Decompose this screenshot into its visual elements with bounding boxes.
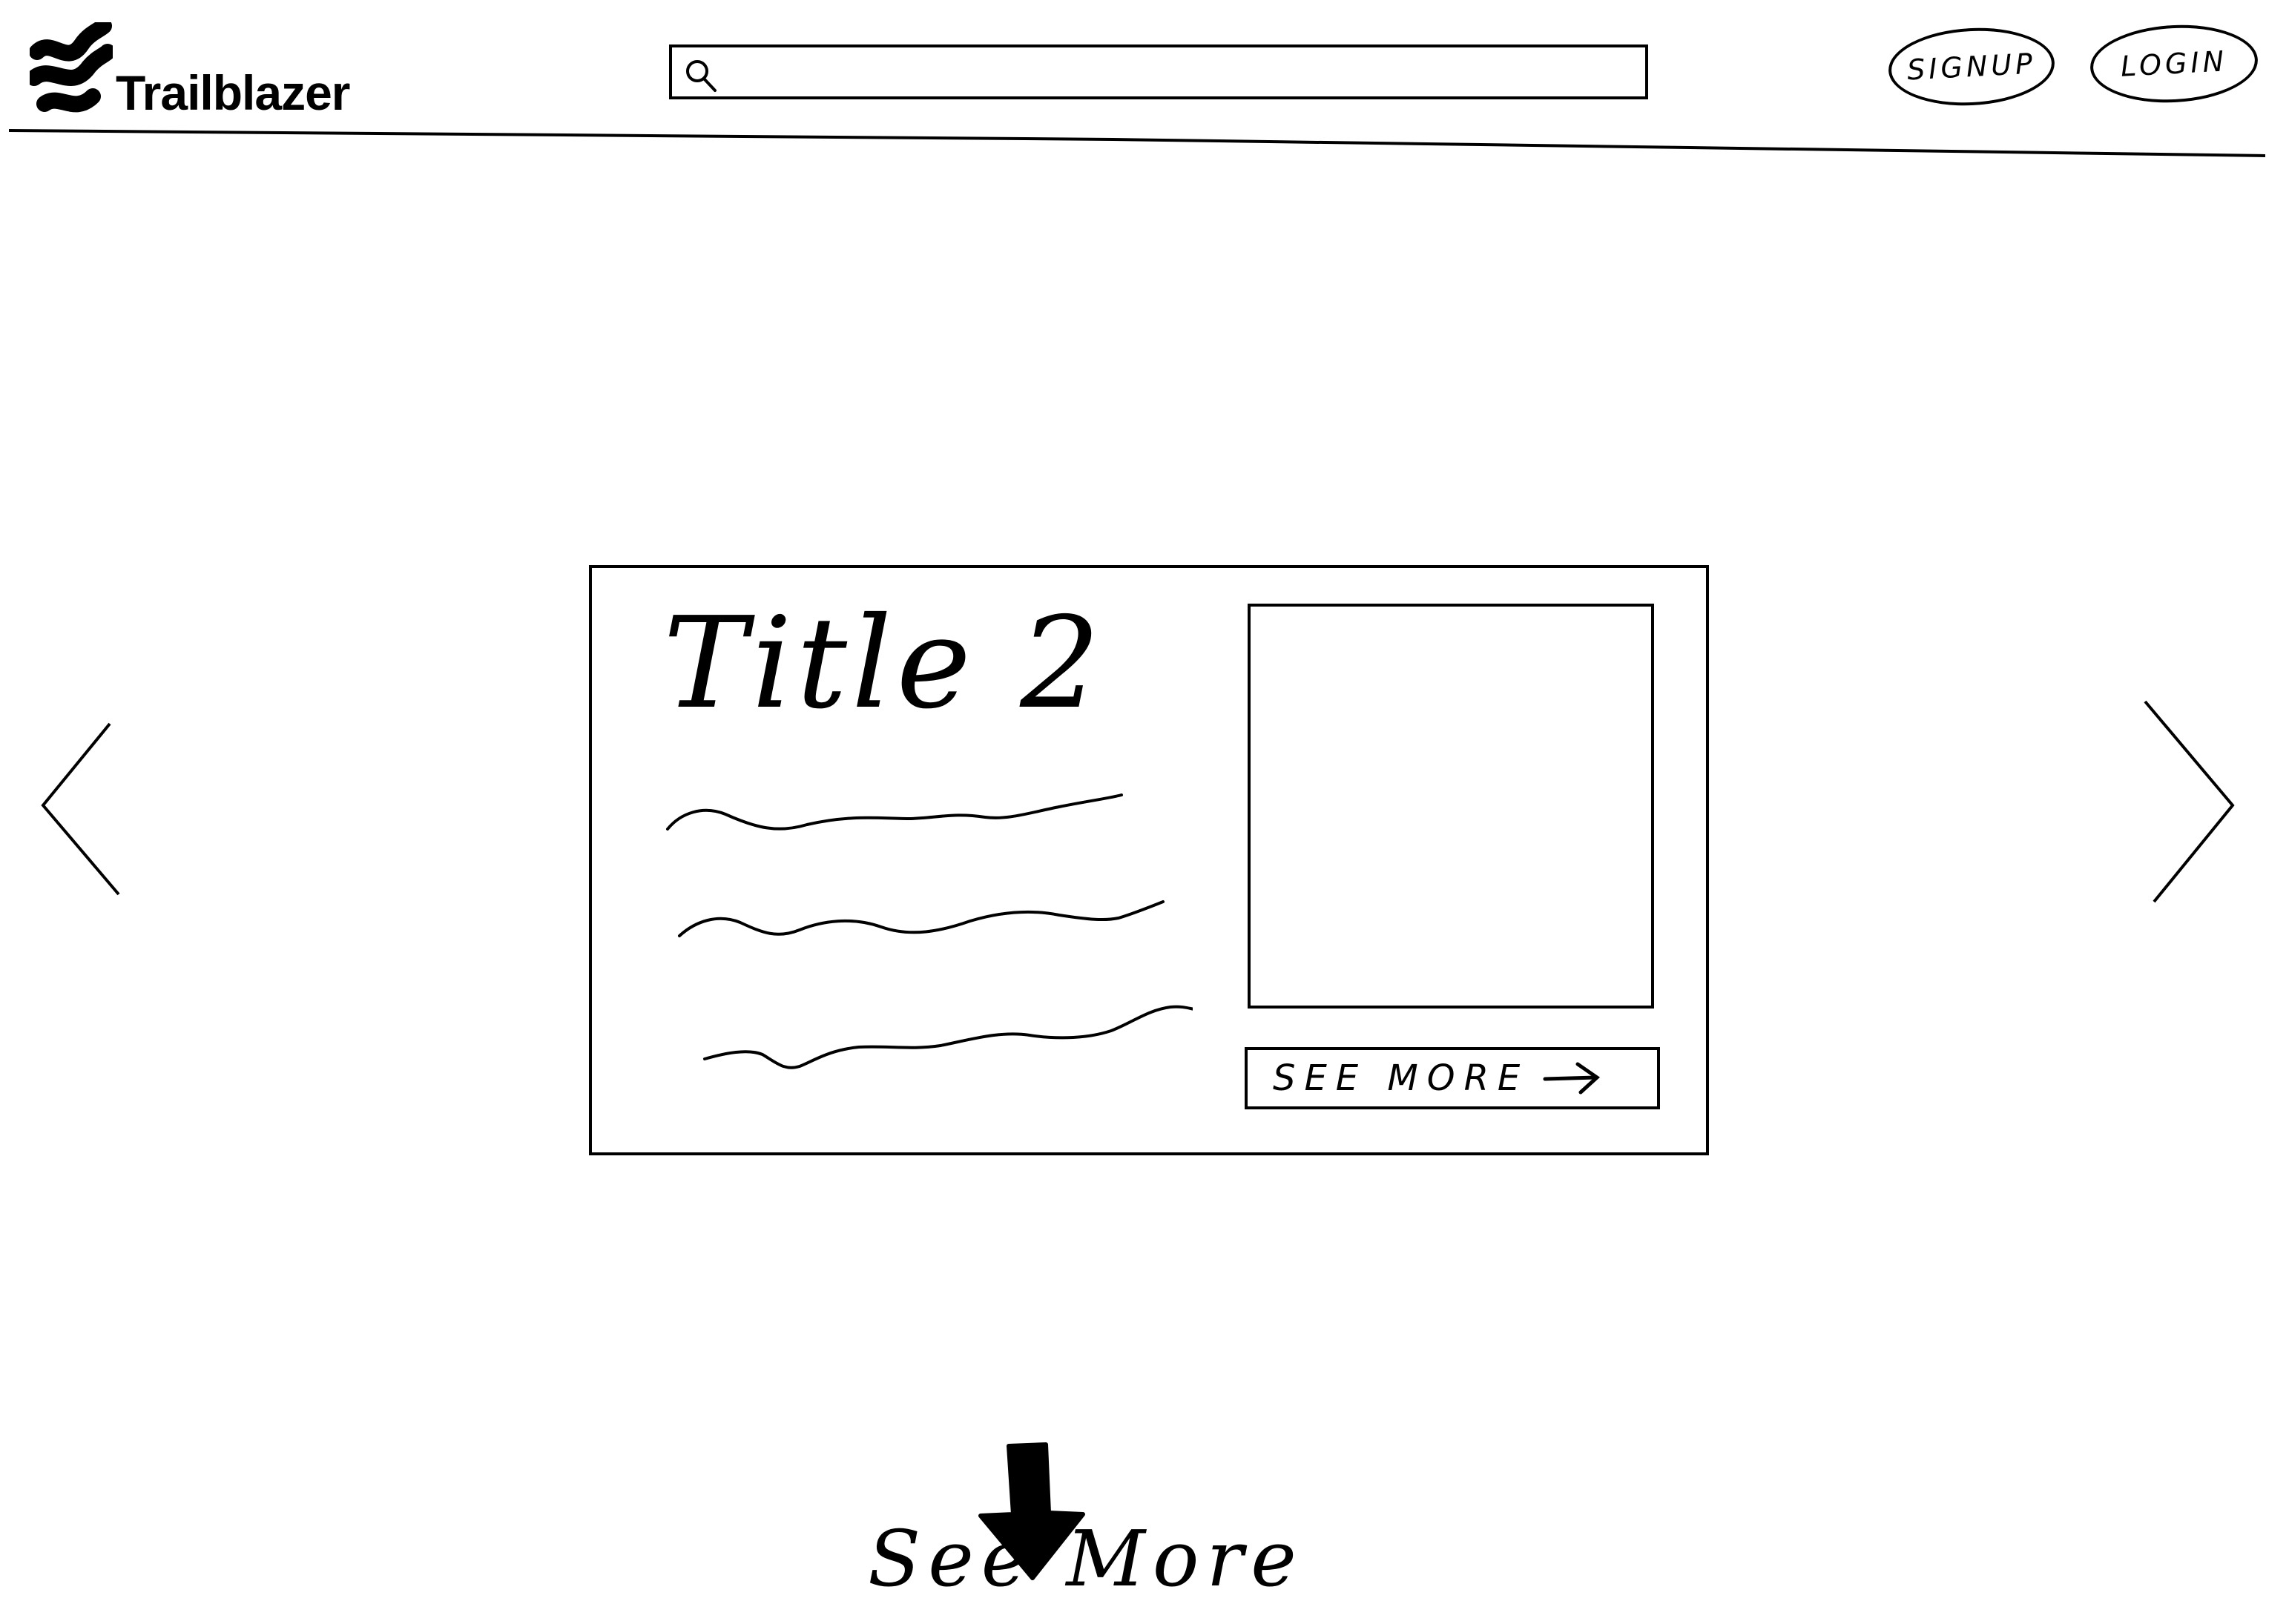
carousel-card: Title 2 SEE MORE <box>589 565 1709 1155</box>
card-see-more-label: SEE MORE <box>1273 1057 1529 1099</box>
card-title: Title 2 <box>663 590 1105 737</box>
search-icon <box>686 60 717 92</box>
image-placeholder <box>1248 604 1654 1009</box>
arrow-down-icon <box>978 1442 1085 1580</box>
arrow-right-icon <box>1543 1062 1601 1095</box>
login-button[interactable]: LOGIN <box>2088 21 2260 107</box>
brand-name[interactable]: Trailblazer <box>116 68 350 117</box>
search-input[interactable] <box>724 52 1639 93</box>
text-placeholder-lines <box>666 793 1193 1069</box>
chevron-right-icon[interactable] <box>2135 694 2246 909</box>
signup-button[interactable]: SIGNUP <box>1886 24 2057 110</box>
chevron-left-icon[interactable] <box>33 716 129 902</box>
scroll-see-more-button[interactable]: See More <box>868 1431 1297 1624</box>
trailblazer-logo-icon[interactable] <box>30 22 113 126</box>
search-bar[interactable] <box>669 44 1648 99</box>
card-see-more-button[interactable]: SEE MORE <box>1245 1047 1660 1109</box>
